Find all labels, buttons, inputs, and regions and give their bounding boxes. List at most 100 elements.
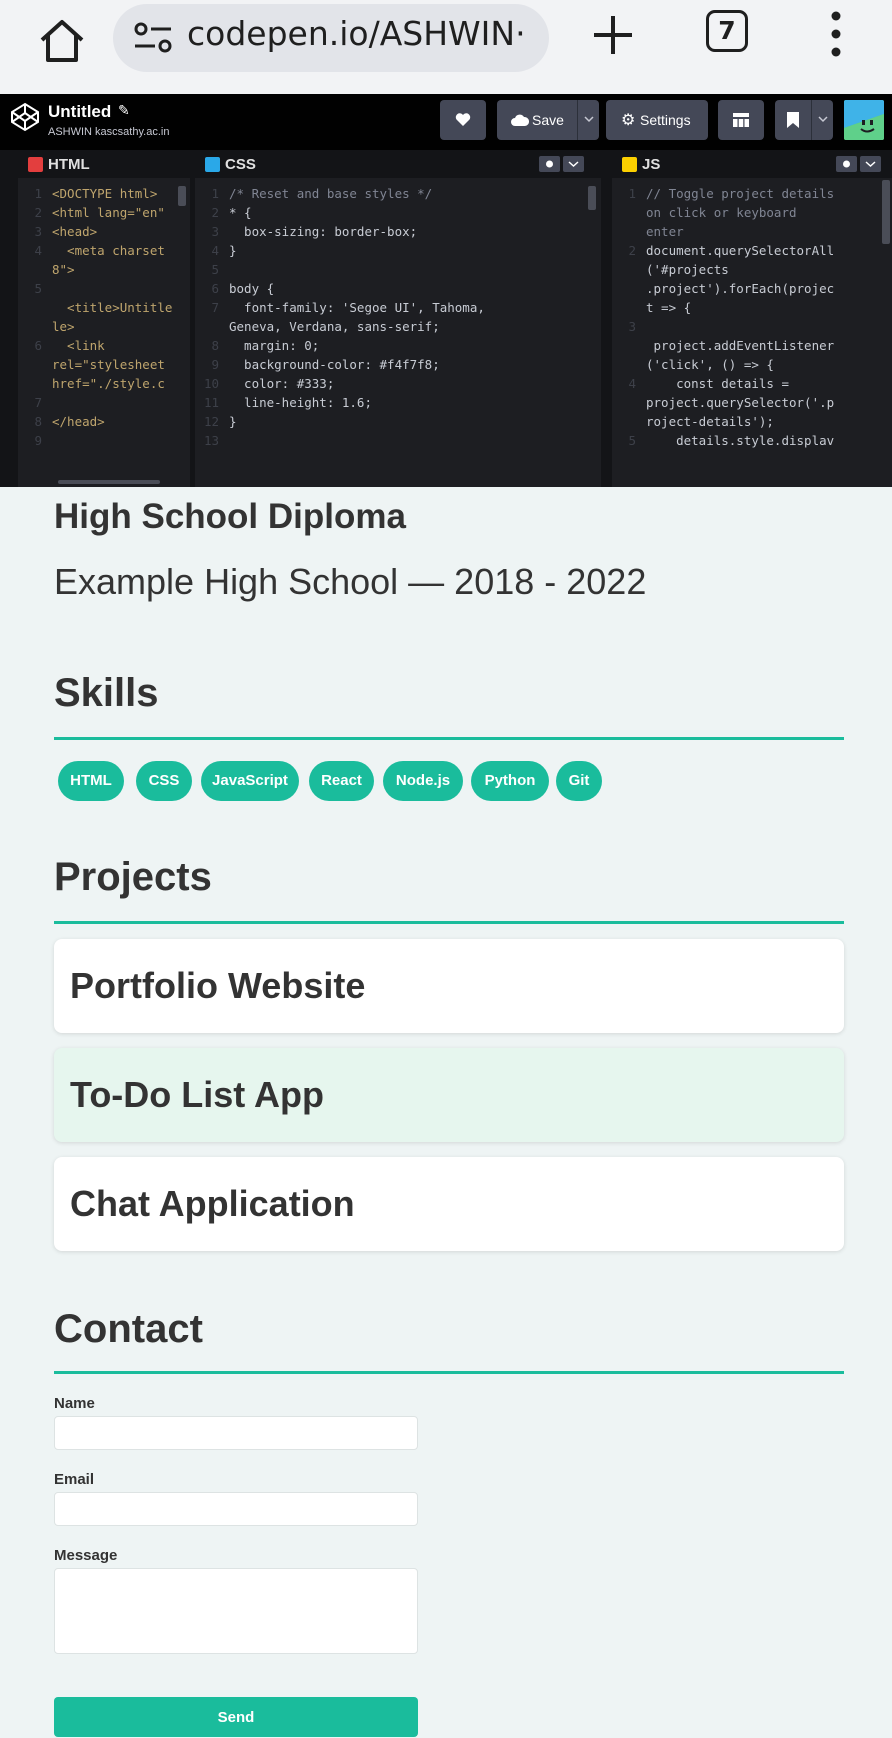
codepen-logo-icon[interactable] [10,102,40,132]
code-text: <head> [52,224,98,239]
code-line[interactable]: 7 [18,393,190,412]
code-line[interactable]: on click or keyboard [612,203,892,222]
code-line[interactable]: .project').forEach(projec [612,279,892,298]
tab-switcher-button[interactable]: 7 [706,10,748,52]
html-code[interactable]: 1 <DOCTYPE html> 2 <html lang="en" 3 <head> 4 … [18,184,190,450]
line-number: 7 [34,395,42,410]
pen-title[interactable]: Untitled [48,102,111,122]
css-code[interactable]: 1 /* Reset and base styles */ 2 * {3 box-si… [195,184,601,450]
code-text: <title>Untitle [52,300,173,315]
code-line[interactable]: 11 line-height: 1.6; [195,393,601,412]
bookmark-button[interactable] [775,100,811,140]
code-line[interactable]: 1 // Toggle project details [612,184,892,203]
code-line[interactable]: href="./style.c [18,374,190,393]
code-line[interactable]: 12} [195,412,601,431]
code-line[interactable]: 1 /* Reset and base styles */ [195,184,601,203]
code-line[interactable]: 3 <head> [18,222,190,241]
css-scrollbar[interactable] [588,186,596,210]
send-button[interactable]: Send [54,1697,418,1737]
bookmark-options-button[interactable] [811,100,833,140]
name-label: Name [54,1395,95,1412]
heart-button[interactable] [440,100,486,140]
layout-button[interactable] [718,100,764,140]
save-options-button[interactable] [577,100,599,140]
code-line[interactable]: 2 document.querySelectorAll [612,241,892,260]
js-pane-settings[interactable] [836,156,882,172]
code-line[interactable]: rel="stylesheet [18,355,190,374]
code-line[interactable]: 6 <link [18,336,190,355]
code-line[interactable]: ('#projects [612,260,892,279]
code-line[interactable]: 1 <DOCTYPE html> [18,184,190,203]
code-line[interactable]: 10 color: #333; [195,374,601,393]
code-line[interactable]: roject-details'); [612,412,892,431]
edit-title-icon[interactable]: ✎ [118,102,130,119]
projects-divider [54,921,844,924]
code-line[interactable]: 4 const details = [612,374,892,393]
code-line[interactable]: 6 body { [195,279,601,298]
project-card[interactable]: Portfolio Website [54,939,844,1033]
site-settings-icon[interactable] [133,20,173,56]
skill-chip: React [309,761,374,801]
js-code[interactable]: 1 // Toggle project details on click or ke… [612,184,892,450]
js-scrollbar[interactable] [882,180,890,244]
code-line[interactable]: 9 background-color: #f4f7f8; [195,355,601,374]
code-line[interactable]: 7 font-family: 'Segoe UI', Tahoma, [195,298,601,317]
pen-author[interactable]: ASHWIN kascsathy.ac.in [48,126,169,138]
code-line[interactable]: 9 [18,431,190,450]
code-line[interactable]: 8"> [18,260,190,279]
code-line[interactable]: le> [18,317,190,336]
html-horizontal-scrollbar[interactable] [58,480,160,484]
code-text: <meta charset [52,243,165,258]
more-menu-icon[interactable] [826,8,846,60]
line-number: 1 [34,186,42,201]
css-pane[interactable]: CSS 1 /* Reset and base styles */ 2 * {3 bo… [195,150,601,487]
email-field[interactable] [54,1492,418,1526]
code-line[interactable]: 2 * { [195,203,601,222]
project-card[interactable]: To-Do List App [54,1048,844,1142]
code-line[interactable]: 4} [195,241,601,260]
code-line[interactable]: enter [612,222,892,241]
code-line[interactable]: 4 <meta charset [18,241,190,260]
url-text[interactable]: codepen.io/ASHWIN· [187,14,526,53]
project-card[interactable]: Chat Application [54,1157,844,1251]
code-line[interactable]: 2 <html lang="en" [18,203,190,222]
html-scrollbar[interactable] [178,186,186,206]
save-button[interactable]: Save [497,100,577,140]
code-line[interactable]: 13 [195,431,601,450]
code-line[interactable]: project.addEventListener [612,336,892,355]
code-line[interactable]: ('click', () => { [612,355,892,374]
code-line[interactable]: <title>Untitle [18,298,190,317]
code-text: margin: 0; [229,338,320,353]
skill-chip: CSS [136,761,192,801]
code-text: ('click', () => { [646,357,774,372]
code-line[interactable]: 8 margin: 0; [195,336,601,355]
name-field[interactable] [54,1416,418,1450]
css-pane-settings[interactable] [539,156,585,172]
js-pane[interactable]: JS 1 // Toggle project details on click or… [612,150,892,487]
preview-page: High School Diploma Example High School … [0,487,892,1737]
code-line[interactable]: 3 [612,317,892,336]
code-line[interactable]: 3 box-sizing: border-box; [195,222,601,241]
new-tab-icon[interactable] [588,10,638,60]
skill-chip: JavaScript [201,761,299,801]
html-pane[interactable]: HTML 1 <DOCTYPE html> 2 <html lang="en" 3 <he… [18,150,190,487]
code-line[interactable]: 5 [18,279,190,298]
js-pane-title: JS [642,156,661,173]
line-number: 5 [34,281,42,296]
message-field[interactable] [54,1568,418,1654]
home-icon[interactable] [34,12,90,68]
code-line[interactable]: 5 details.style.displav [612,431,892,450]
codepen-header: Untitled ✎ ASHWIN kascsathy.ac.in Save ⚙… [0,94,892,150]
js-icon [622,157,637,172]
avatar[interactable] [844,100,884,140]
address-bar[interactable]: codepen.io/ASHWIN· [113,4,549,72]
code-line[interactable]: Geneva, Verdana, sans-serif; [195,317,601,336]
code-line[interactable]: 5 [195,260,601,279]
code-line[interactable]: 8 </head> [18,412,190,431]
code-text: 8"> [52,262,75,277]
codepen-editor: Untitled ✎ ASHWIN kascsathy.ac.in Save ⚙… [0,94,892,487]
code-line[interactable]: project.querySelector('.p [612,393,892,412]
code-line[interactable]: t => { [612,298,892,317]
line-number: 3 [628,319,636,334]
settings-button[interactable]: ⚙ Settings [606,100,708,140]
